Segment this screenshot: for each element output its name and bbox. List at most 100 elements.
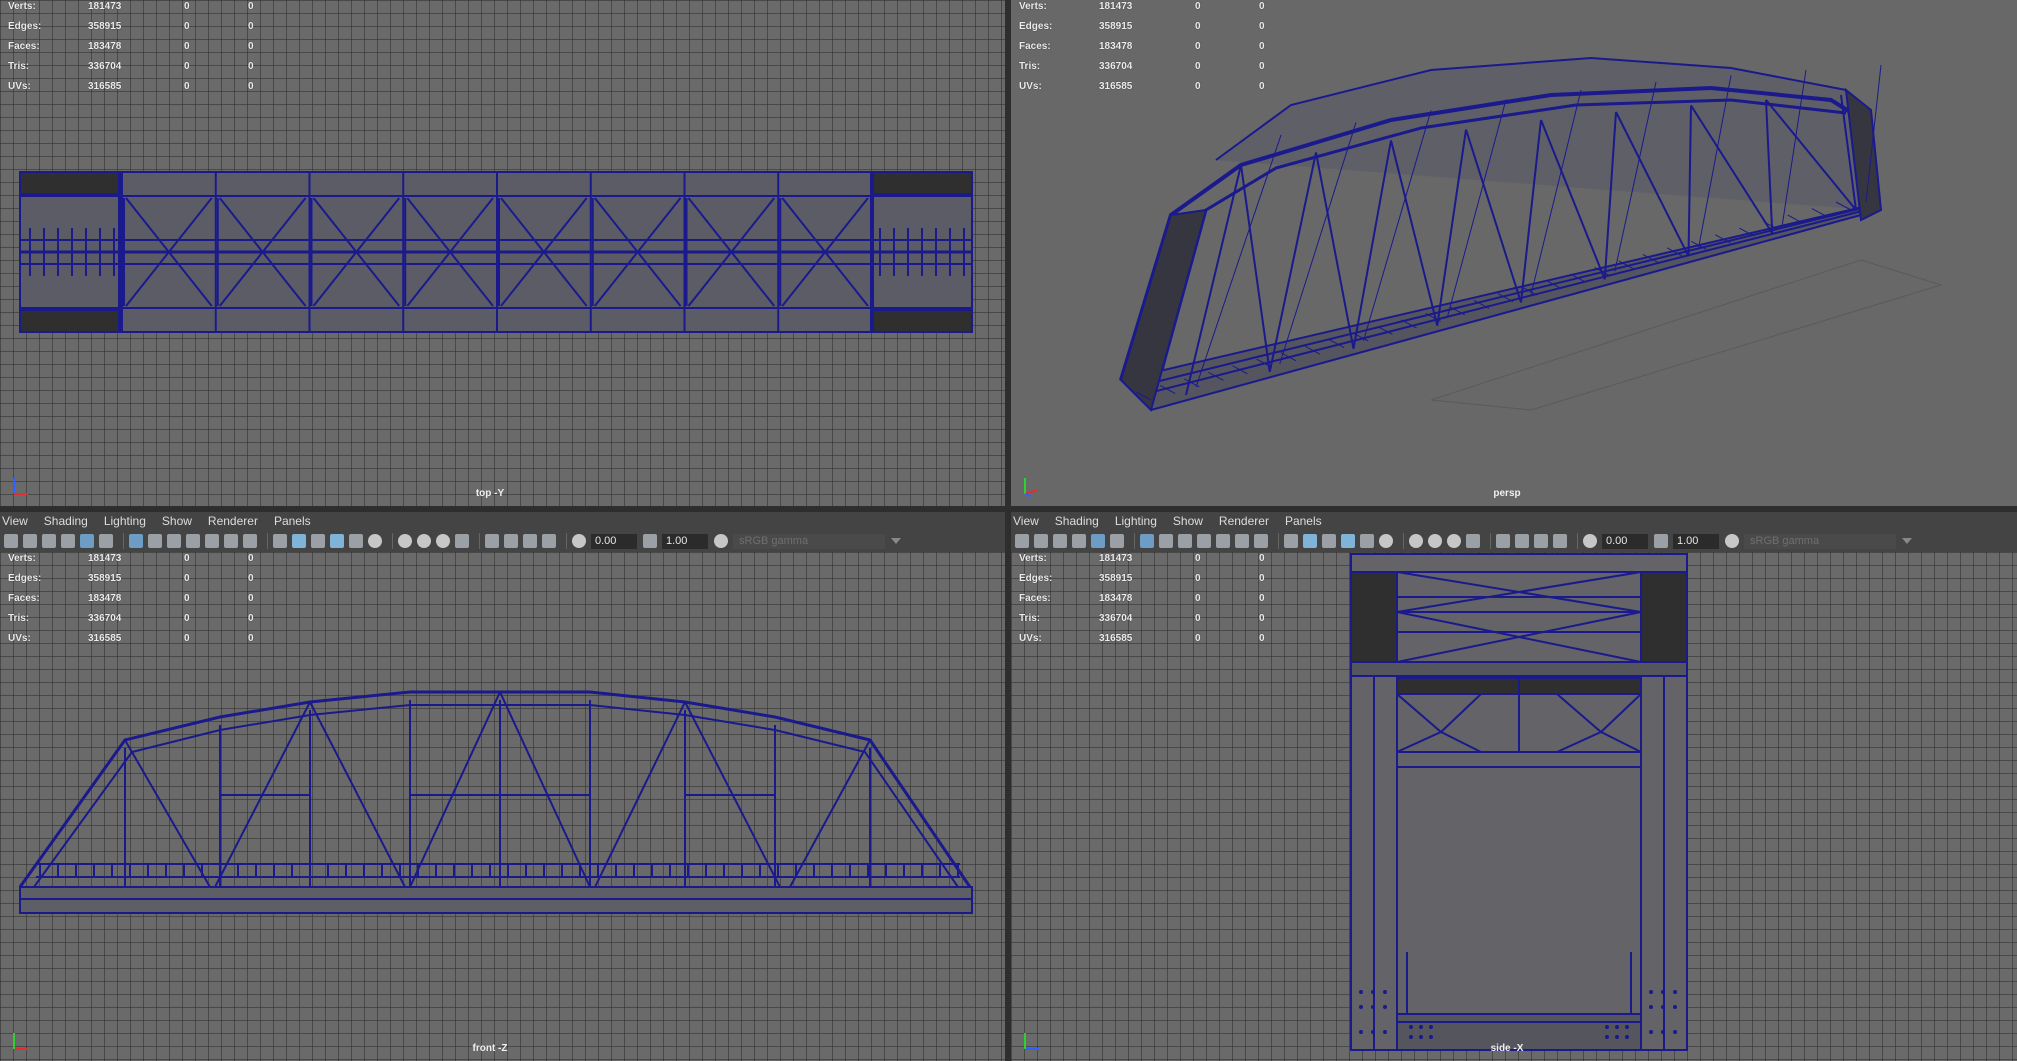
shadows-icon[interactable] [1409, 534, 1423, 548]
safe-action-icon[interactable] [1235, 534, 1249, 548]
wireframe-on-shaded-icon[interactable] [311, 534, 325, 548]
stat-row-uvs: UVs: 316585 0 0 [8, 633, 254, 644]
depth-of-field-icon[interactable] [1466, 534, 1480, 548]
image-plane-icon[interactable] [61, 534, 75, 548]
view-transform-select[interactable]: sRGB gamma [1744, 533, 1896, 549]
chevron-down-icon[interactable] [891, 538, 901, 544]
image-plane-icon[interactable] [1072, 534, 1086, 548]
camera-attributes-icon[interactable] [1034, 534, 1048, 548]
stat-row-uvs: UVs: 316585 0 0 [1019, 633, 1265, 644]
isolate-icon[interactable] [485, 534, 499, 548]
viewport-label-front: front -Z [472, 1043, 508, 1054]
panel-splitter-horizontal[interactable] [0, 506, 2017, 512]
wire-edge [499, 691, 591, 888]
color-management-icon[interactable] [1725, 534, 1739, 548]
menu-lighting[interactable]: Lighting [104, 514, 146, 528]
menu-panels[interactable]: Panels [1285, 514, 1322, 528]
safe-action-icon[interactable] [224, 534, 238, 548]
bookmark-icon[interactable] [1053, 534, 1067, 548]
camera-attributes-icon[interactable] [23, 534, 37, 548]
film-gate-icon[interactable] [148, 534, 162, 548]
bookmark-icon[interactable] [42, 534, 56, 548]
use-all-lights-icon[interactable] [349, 534, 363, 548]
grid-icon[interactable] [1140, 534, 1154, 548]
xray-icon[interactable] [504, 534, 518, 548]
menu-shading[interactable]: Shading [44, 514, 88, 528]
xray-joints-icon[interactable] [542, 534, 556, 548]
2d-pan-zoom-icon[interactable] [80, 534, 94, 548]
camera-icon[interactable] [1015, 534, 1029, 548]
use-all-lights-icon[interactable] [1360, 534, 1374, 548]
shaded-icon[interactable] [292, 534, 306, 548]
menu-renderer[interactable]: Renderer [1219, 514, 1269, 528]
wireframe-icon[interactable] [1284, 534, 1298, 548]
grease-pencil-icon[interactable] [1110, 534, 1124, 548]
resolution-gate-icon[interactable] [1178, 534, 1192, 548]
antialiasing-icon[interactable] [436, 534, 450, 548]
gamma-icon[interactable] [643, 534, 657, 548]
menu-show[interactable]: Show [162, 514, 192, 528]
maya-workspace: Verts: 181473 0 0 Edges: 358915 0 0 Faces: 1834… [0, 0, 2017, 1061]
color-management-icon[interactable] [714, 534, 728, 548]
menu-lighting[interactable]: Lighting [1115, 514, 1157, 528]
menu-show[interactable]: Show [1173, 514, 1203, 528]
rivet [1649, 1030, 1653, 1034]
depth-of-field-icon[interactable] [455, 534, 469, 548]
ambient-occlusion-icon[interactable] [1428, 534, 1442, 548]
gamma-field[interactable]: 1.00 [662, 533, 708, 549]
view-transform-select[interactable]: sRGB gamma [733, 533, 885, 549]
exposure-field[interactable]: 0.00 [1602, 533, 1648, 549]
exposure-field[interactable]: 0.00 [591, 533, 637, 549]
field-chart-icon[interactable] [1216, 534, 1230, 548]
light-icon[interactable] [368, 534, 382, 548]
textured-icon[interactable] [1341, 534, 1355, 548]
menu-shading[interactable]: Shading [1055, 514, 1099, 528]
menu-renderer[interactable]: Renderer [208, 514, 258, 528]
viewport-top[interactable]: Verts: 181473 0 0 Edges: 358915 0 0 Faces: 1834… [0, 0, 1005, 506]
xray-joints-icon[interactable] [1553, 534, 1567, 548]
menu-view[interactable]: View [1013, 514, 1039, 528]
safe-title-icon[interactable] [243, 534, 257, 548]
xray-active-icon[interactable] [523, 534, 537, 548]
light-icon[interactable] [1379, 534, 1393, 548]
wireframe-icon[interactable] [273, 534, 287, 548]
field-chart-icon[interactable] [205, 534, 219, 548]
film-gate-icon[interactable] [1159, 534, 1173, 548]
grease-pencil-icon[interactable] [99, 534, 113, 548]
grid-icon[interactable] [129, 534, 143, 548]
exposure-icon[interactable] [572, 534, 586, 548]
shaded-icon[interactable] [1303, 534, 1317, 548]
antialiasing-icon[interactable] [1447, 534, 1461, 548]
chevron-down-icon[interactable] [1902, 538, 1912, 544]
rivet [1625, 1025, 1629, 1029]
exposure-icon[interactable] [1583, 534, 1597, 548]
viewport-persp[interactable]: Verts: 181473 0 0 Edges: 358915 0 0 Faces: 1834… [1011, 0, 2017, 506]
stat-row-faces: Faces: 183478 0 0 [1019, 593, 1265, 604]
isolate-icon[interactable] [1496, 534, 1510, 548]
camera-icon[interactable] [4, 534, 18, 548]
ambient-occlusion-icon[interactable] [417, 534, 431, 548]
safe-title-icon[interactable] [1254, 534, 1268, 548]
viewport-front[interactable]: Verts: 181473 0 0 Edges: 358915 0 0 Faces: 1834… [0, 552, 1005, 1061]
textured-icon[interactable] [330, 534, 344, 548]
xray-active-icon[interactable] [1534, 534, 1548, 548]
resolution-gate-icon[interactable] [167, 534, 181, 548]
gate-mask-icon[interactable] [1197, 534, 1211, 548]
rivet [1605, 1035, 1609, 1039]
shadows-icon[interactable] [398, 534, 412, 548]
2d-pan-zoom-icon[interactable] [1091, 534, 1105, 548]
viewport-side[interactable]: Verts: 181473 0 0 Edges: 358915 0 0 Faces: 1834… [1011, 552, 2017, 1061]
panel-splitter-vertical[interactable] [1005, 0, 1011, 1061]
stat-row-uvs: UVs: 316585 0 0 [1019, 81, 1265, 92]
gamma-icon[interactable] [1654, 534, 1668, 548]
rivet [1359, 1030, 1363, 1034]
menu-panels[interactable]: Panels [274, 514, 311, 528]
axis-gizmo-side [1024, 1033, 1039, 1050]
rivet [1383, 990, 1387, 994]
xray-icon[interactable] [1515, 534, 1529, 548]
rivet [1429, 1025, 1433, 1029]
menu-view[interactable]: View [2, 514, 28, 528]
gamma-field[interactable]: 1.00 [1673, 533, 1719, 549]
gate-mask-icon[interactable] [186, 534, 200, 548]
wireframe-on-shaded-icon[interactable] [1322, 534, 1336, 548]
